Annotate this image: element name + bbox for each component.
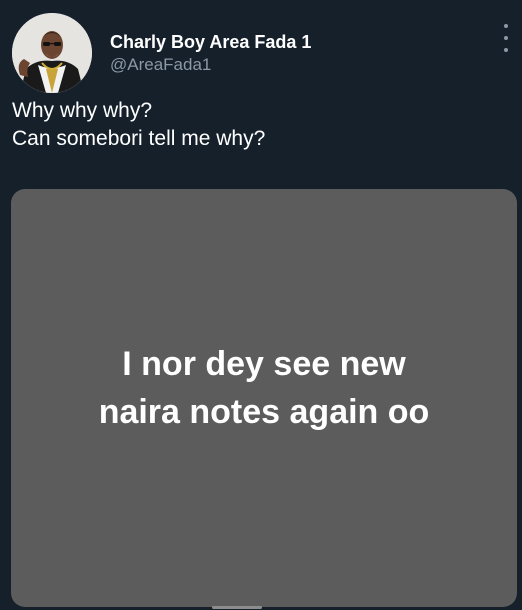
tweet-card: Charly Boy Area Fada 1 @AreaFada1 Why wh… [0, 0, 522, 610]
media-caption: I nor dey see new naira notes again oo [11, 340, 517, 436]
more-options-icon[interactable] [500, 24, 512, 52]
media-caption-line: naira notes again oo [98, 393, 430, 431]
profile-photo [12, 13, 92, 93]
dot [504, 36, 508, 40]
avatar[interactable] [12, 13, 92, 93]
scroll-indicator [212, 606, 262, 609]
author-display-name[interactable]: Charly Boy Area Fada 1 [110, 32, 311, 53]
tweet-media-image[interactable]: I nor dey see new naira notes again oo [11, 189, 517, 607]
tweet-text: Why why why? Can somebori tell me why? [12, 97, 265, 153]
dot [504, 48, 508, 52]
dot [504, 24, 508, 28]
author-handle[interactable]: @AreaFada1 [110, 55, 211, 75]
media-caption-line: I nor dey see new [122, 345, 406, 383]
tweet-text-line: Why why why? [12, 99, 153, 122]
tweet-text-line: Can somebori tell me why? [12, 127, 266, 150]
